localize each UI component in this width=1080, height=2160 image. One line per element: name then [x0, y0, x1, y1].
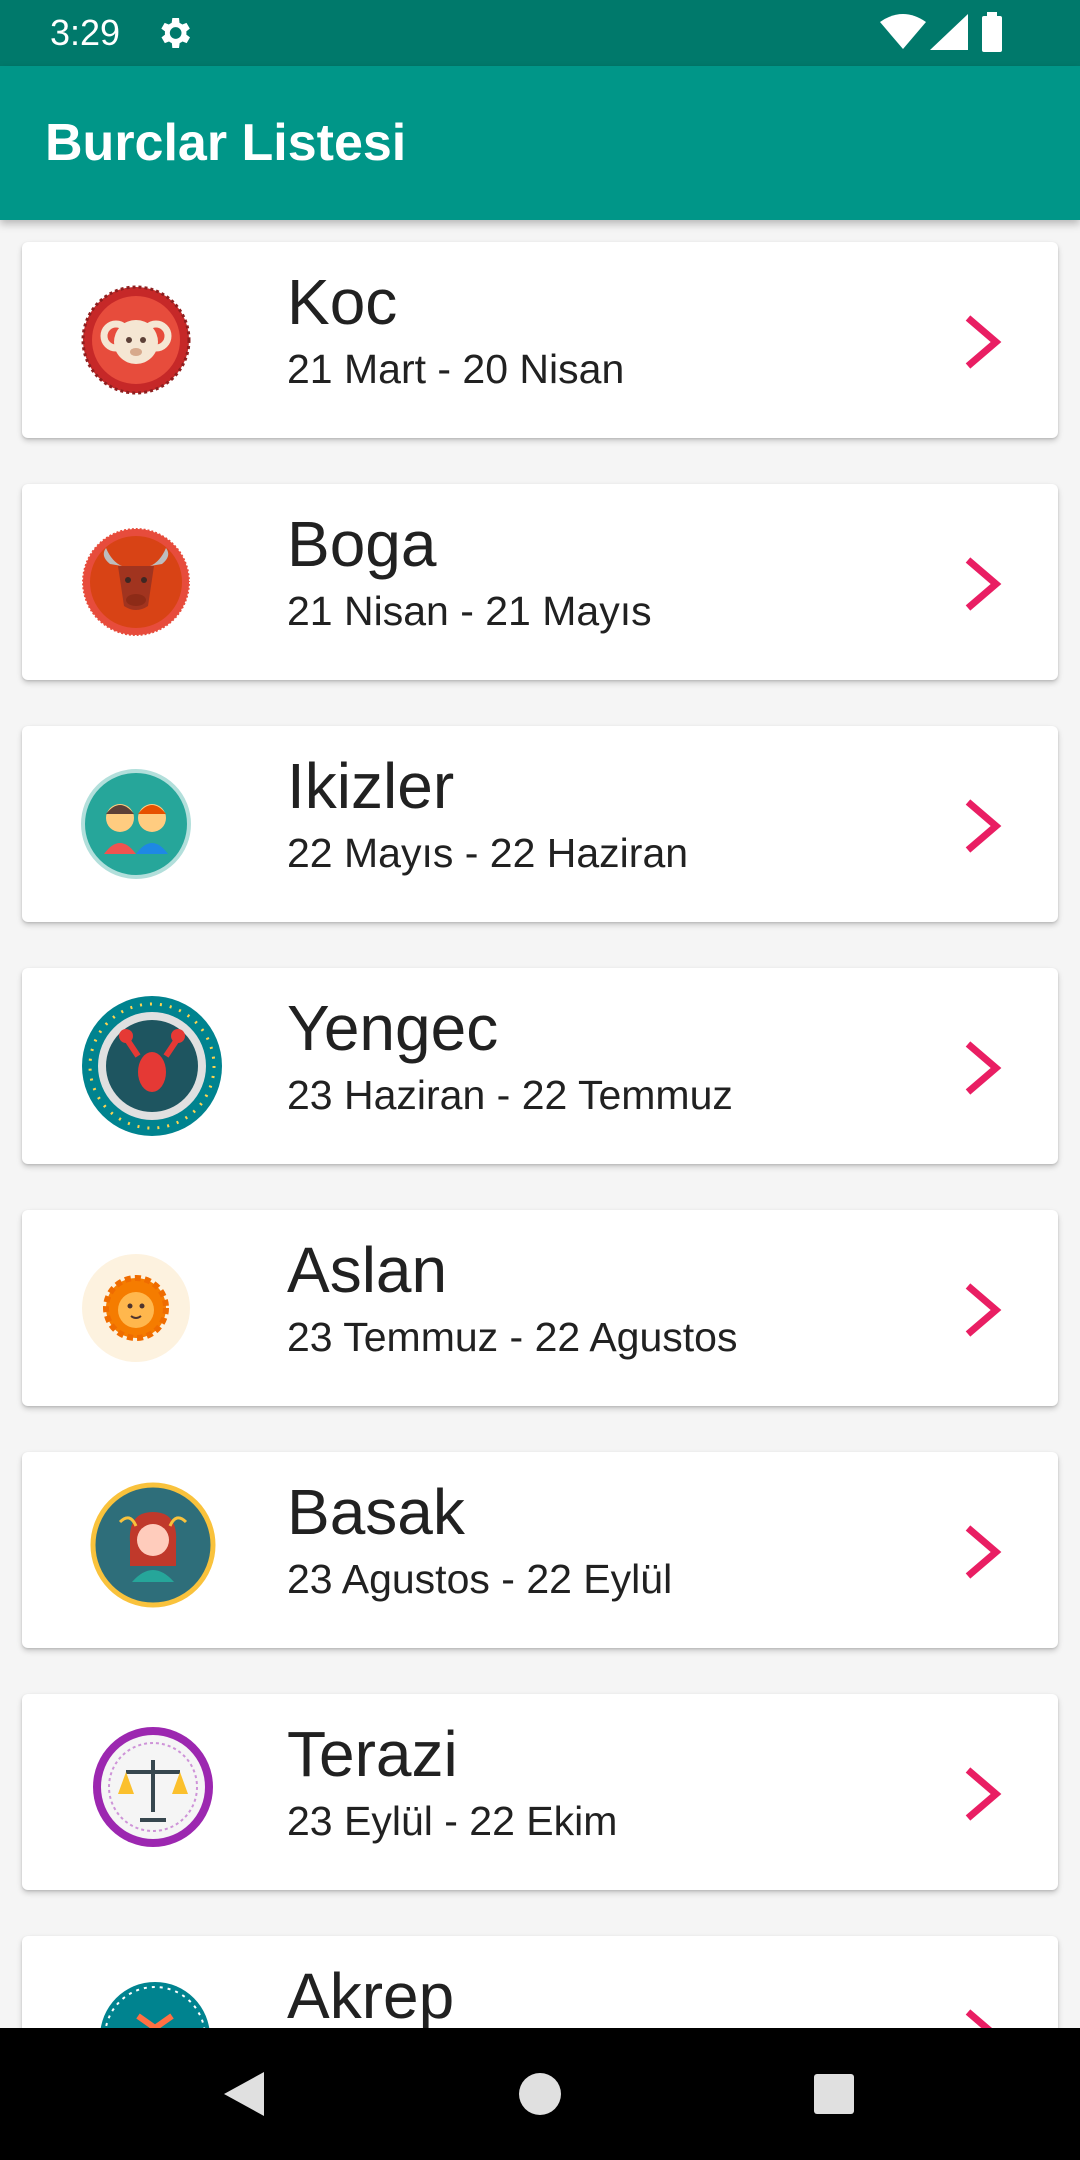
chevron-right-icon[interactable]: [960, 1040, 1006, 1096]
scales-icon: [93, 1727, 213, 1847]
ram-icon: [81, 285, 191, 395]
zodiac-dates: 22 Mayıs - 22 Haziran: [287, 830, 689, 876]
recents-icon[interactable]: [812, 2072, 856, 2116]
chevron-right-icon[interactable]: [960, 798, 1006, 854]
chevron-right-icon[interactable]: [960, 314, 1006, 370]
zodiac-name: Koc: [287, 266, 398, 338]
gear-icon: [161, 18, 190, 48]
status-time: 3:29: [50, 12, 121, 53]
twins-icon: [81, 769, 191, 879]
crab-icon: [82, 996, 222, 1136]
bull-icon: [81, 527, 191, 637]
list-item-yengec[interactable]: Yengec 23 Haziran - 22 Temmuz: [22, 968, 1058, 1164]
app-bar: Burclar Listesi: [0, 66, 1080, 220]
chevron-right-icon[interactable]: [960, 556, 1006, 612]
home-icon[interactable]: [518, 2072, 562, 2116]
scorpion-icon: [100, 1982, 210, 2028]
zodiac-name: Ikizler: [287, 750, 455, 822]
chevron-right-icon[interactable]: [960, 1766, 1006, 1822]
list-item-akrep[interactable]: Akrep: [22, 1936, 1058, 2028]
list-item-boga[interactable]: Boga 21 Nisan - 21 Mayıs: [22, 484, 1058, 680]
zodiac-dates: 21 Nisan - 21 Mayıs: [287, 588, 652, 634]
status-bar: 3:29: [0, 0, 1080, 66]
virgin-icon: [90, 1482, 216, 1608]
back-icon[interactable]: [220, 2068, 268, 2120]
battery-icon: [982, 12, 1002, 52]
zodiac-name: Aslan: [287, 1234, 448, 1306]
app-title: Burclar Listesi: [45, 114, 407, 172]
zodiac-list[interactable]: Koc 21 Mart - 20 Nisan Boga 21 Nisan - 2…: [0, 220, 1080, 2028]
zodiac-name: Boga: [287, 508, 437, 580]
zodiac-name: Akrep: [287, 1960, 455, 2028]
chevron-right-icon[interactable]: [960, 2008, 1006, 2028]
list-item-terazi[interactable]: Terazi 23 Eylül - 22 Ekim: [22, 1694, 1058, 1890]
zodiac-name: Basak: [287, 1476, 465, 1548]
zodiac-dates: 23 Agustos - 22 Eylül: [287, 1556, 673, 1602]
chevron-right-icon[interactable]: [960, 1282, 1006, 1338]
lion-icon: [82, 1254, 190, 1362]
navigation-bar: [0, 2028, 1080, 2160]
zodiac-name: Terazi: [287, 1718, 458, 1790]
chevron-right-icon[interactable]: [960, 1524, 1006, 1580]
list-item-ikizler[interactable]: Ikizler 22 Mayıs - 22 Haziran: [22, 726, 1058, 922]
wifi-icon: [880, 14, 926, 49]
list-item-basak[interactable]: Basak 23 Agustos - 22 Eylül: [22, 1452, 1058, 1648]
zodiac-dates: 23 Temmuz - 22 Agustos: [287, 1314, 738, 1360]
cellular-icon: [930, 14, 968, 50]
zodiac-dates: 21 Mart - 20 Nisan: [287, 346, 625, 392]
zodiac-dates: 23 Haziran - 22 Temmuz: [287, 1072, 733, 1118]
list-item-aslan[interactable]: Aslan 23 Temmuz - 22 Agustos: [22, 1210, 1058, 1406]
list-item-koc[interactable]: Koc 21 Mart - 20 Nisan: [22, 242, 1058, 438]
zodiac-name: Yengec: [287, 992, 499, 1064]
zodiac-dates: 23 Eylül - 22 Ekim: [287, 1798, 618, 1844]
